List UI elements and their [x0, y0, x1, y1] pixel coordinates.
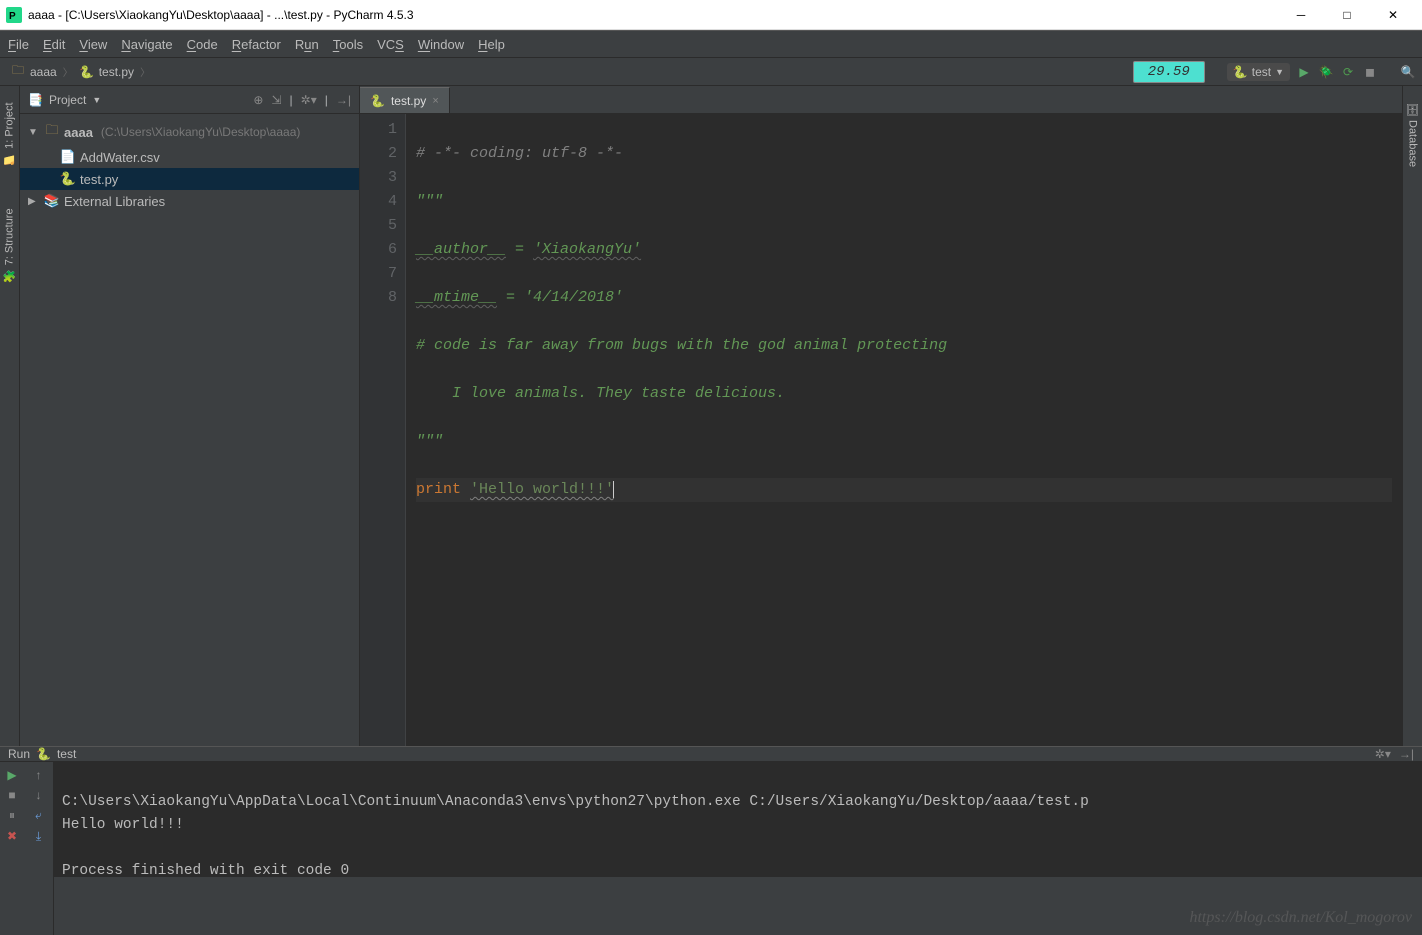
debug-button[interactable]: 🪲	[1318, 64, 1334, 80]
menu-view[interactable]: View	[79, 37, 107, 52]
code-editor[interactable]: 12345678 # -*- coding: utf-8 -*- """ __a…	[360, 114, 1402, 746]
locate-icon[interactable]: ⊕	[253, 93, 263, 107]
watermark-text: https://blog.csdn.net/Kol_mogorov	[1189, 906, 1412, 929]
minimize-button[interactable]: ─	[1278, 0, 1324, 30]
collapse-icon[interactable]: ⇲	[271, 93, 281, 107]
coverage-button[interactable]: ⟳	[1340, 64, 1356, 80]
tree-file-csv[interactable]: 📄 AddWater.csv	[20, 146, 359, 168]
right-tool-tabs: 🗄Database	[1402, 86, 1422, 746]
menu-code[interactable]: Code	[187, 37, 218, 52]
menu-help[interactable]: Help	[478, 37, 505, 52]
menu-navigate[interactable]: Navigate	[121, 37, 172, 52]
up-trace-button[interactable]: ↑	[36, 768, 42, 782]
menu-tools[interactable]: Tools	[333, 37, 363, 52]
soft-wrap-button[interactable]: ⤶	[35, 808, 42, 823]
timer-display: 29.59	[1133, 61, 1205, 83]
library-icon: 📚	[44, 193, 60, 209]
project-pane: 📑 Project ▼ ⊕ ⇲ | ✲▾ | →| ▼ 🗀 aaaa (C:\U…	[20, 86, 360, 746]
window-titlebar: P aaaa - [C:\Users\XiaokangYu\Desktop\aa…	[0, 0, 1422, 30]
expand-arrow-icon[interactable]: ▼	[28, 127, 40, 138]
dropdown-arrow-icon[interactable]: ▼	[92, 95, 101, 105]
editor-pane: 🐍 test.py × 12345678 # -*- coding: utf-8…	[360, 86, 1402, 746]
run-header: Run 🐍 test ✲▾ →|	[0, 747, 1422, 762]
run-target: test	[57, 747, 76, 761]
maximize-button[interactable]: □	[1324, 0, 1370, 30]
file-icon: 📄	[60, 149, 76, 165]
python-icon: 🐍	[1233, 65, 1248, 79]
settings-icon[interactable]: ✲▾	[301, 93, 317, 107]
database-tool-tab[interactable]: 🗄Database	[1404, 96, 1421, 173]
menu-file[interactable]: File	[8, 37, 29, 52]
breadcrumb-root[interactable]: 🗀aaaa	[6, 59, 61, 84]
run-tool-window: Run 🐍 test ✲▾ →| ▶ ■ ⏸ ✖ ↑ ↓ ⤶ ⤓ C:\User…	[0, 746, 1422, 877]
close-tab-icon[interactable]: ×	[432, 95, 438, 107]
pycharm-icon: P	[6, 7, 22, 23]
line-number-gutter: 12345678	[360, 114, 406, 746]
tree-root-path: (C:\Users\XiaokangYu\Desktop\aaaa)	[101, 125, 300, 139]
project-pane-title: Project	[49, 93, 86, 107]
tree-root[interactable]: ▼ 🗀 aaaa (C:\Users\XiaokangYu\Desktop\aa…	[20, 118, 359, 146]
close-run-button[interactable]: ✖	[7, 829, 17, 843]
pause-button[interactable]: ⏸	[9, 808, 15, 823]
menu-window[interactable]: Window	[418, 37, 464, 52]
editor-tab-testpy[interactable]: 🐍 test.py ×	[360, 87, 450, 113]
project-pane-header: 📑 Project ▼ ⊕ ⇲ | ✲▾ | →|	[20, 86, 359, 114]
run-actions-left: ▶ ■ ⏸ ✖	[0, 762, 24, 935]
search-button[interactable]: 🔍	[1400, 64, 1416, 80]
structure-tool-tab[interactable]: 🧩7: Structure	[1, 202, 18, 288]
breadcrumb: 🗀aaaa 〉 🐍test.py 〉	[6, 59, 150, 84]
svg-text:P: P	[9, 11, 16, 22]
main-menubar: File Edit View Navigate Code Refactor Ru…	[0, 30, 1422, 58]
run-config-selector[interactable]: 🐍 test ▼	[1227, 63, 1290, 81]
run-actions-right: ↑ ↓ ⤶ ⤓	[24, 762, 54, 935]
navigation-bar: 🗀aaaa 〉 🐍test.py 〉 29.59 🐍 test ▼ ▶ 🪲 ⟳ …	[0, 58, 1422, 86]
dropdown-arrow-icon: ▼	[1275, 67, 1284, 77]
run-button[interactable]: ▶	[1296, 64, 1312, 80]
breadcrumb-separator-icon: 〉	[63, 64, 73, 79]
rerun-button[interactable]: ▶	[7, 768, 16, 782]
tree-file-testpy[interactable]: 🐍 test.py	[20, 168, 359, 190]
stop-button[interactable]: ◼	[1362, 64, 1378, 80]
window-title: aaaa - [C:\Users\XiaokangYu\Desktop\aaaa…	[28, 8, 1278, 22]
scroll-end-button[interactable]: ⤓	[36, 829, 41, 844]
hide-icon[interactable]: →|	[336, 93, 351, 107]
menu-refactor[interactable]: Refactor	[232, 37, 281, 52]
menu-edit[interactable]: Edit	[43, 37, 65, 52]
close-button[interactable]: ✕	[1370, 0, 1416, 30]
project-tree: ▼ 🗀 aaaa (C:\Users\XiaokangYu\Desktop\aa…	[20, 114, 359, 216]
breadcrumb-separator-icon: 〉	[140, 64, 150, 79]
hide-icon[interactable]: →|	[1399, 747, 1414, 761]
python-file-icon: 🐍	[79, 65, 95, 79]
left-tool-tabs: 📁1: Project 🧩7: Structure	[0, 86, 20, 746]
code-text[interactable]: # -*- coding: utf-8 -*- """ __author__ =…	[406, 114, 1402, 746]
editor-tabs: 🐍 test.py ×	[360, 86, 1402, 114]
menu-run[interactable]: Run	[295, 37, 319, 52]
project-tool-tab[interactable]: 📁1: Project	[1, 96, 18, 172]
settings-icon[interactable]: ✲▾	[1375, 747, 1391, 761]
run-title: Run	[8, 747, 30, 761]
python-file-icon: 🐍	[60, 171, 76, 187]
project-view-icon: 📑	[28, 93, 43, 107]
folder-icon: 🗀	[44, 121, 60, 143]
run-toolbar: 29.59 🐍 test ▼ ▶ 🪲 ⟳ ◼ 🔍	[1133, 61, 1416, 83]
stop-run-button[interactable]: ■	[8, 788, 15, 802]
down-trace-button[interactable]: ↓	[36, 788, 42, 802]
expand-arrow-icon[interactable]: ▶	[28, 196, 40, 207]
menu-vcs[interactable]: VCS	[377, 37, 404, 52]
breadcrumb-file[interactable]: 🐍test.py	[75, 63, 138, 81]
run-console[interactable]: C:\Users\XiaokangYu\AppData\Local\Contin…	[54, 762, 1422, 935]
tree-external-libs[interactable]: ▶ 📚 External Libraries	[20, 190, 359, 212]
folder-icon: 🗀	[10, 61, 26, 82]
python-file-icon: 🐍	[370, 94, 385, 108]
